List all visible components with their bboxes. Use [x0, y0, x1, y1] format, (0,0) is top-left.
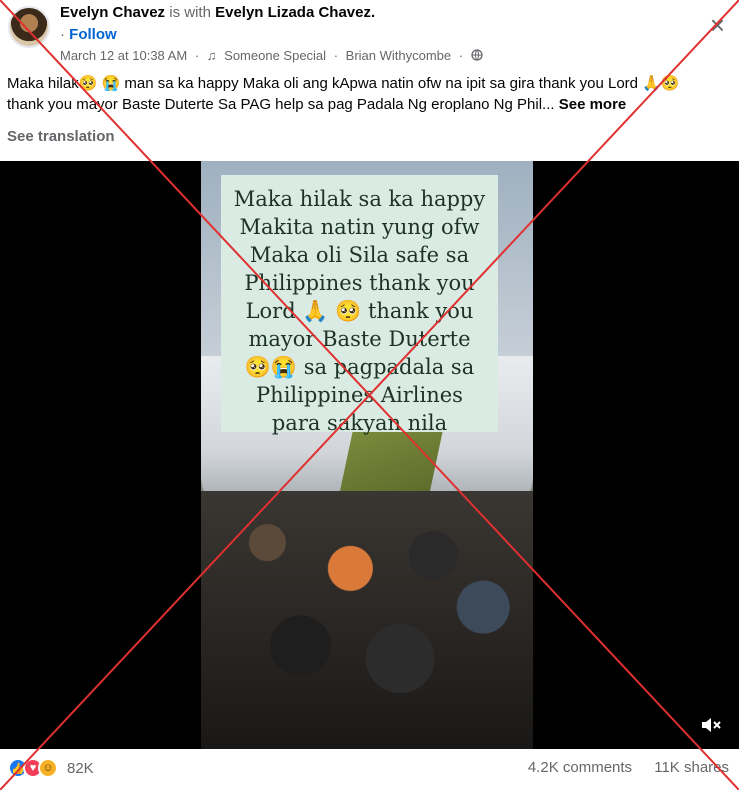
overlay-line: mayor Baste Duterte [248, 327, 471, 351]
close-button[interactable]: × [710, 12, 725, 38]
post-meta: March 12 at 10:38 AM · ♫ Someone Special… [60, 48, 487, 63]
video-player[interactable]: Maka hilak sa ka happy Makita natin yung… [0, 161, 739, 749]
post-date[interactable]: March 12 at 10:38 AM [60, 48, 187, 63]
care-reaction-icon: ☺ [38, 758, 58, 778]
separator: · [458, 48, 464, 63]
caption-line-1: Maka hilak🥺 😭 man sa ka happy Maka oli a… [7, 75, 680, 92]
author-line: Evelyn Chavez is with Evelyn Lizada Chav… [60, 4, 375, 21]
overlay-line: 🥺😭 sa pagpadala sa [244, 355, 475, 379]
with-text: is with [169, 4, 211, 21]
overlay-line: Maka oli Sila safe sa [249, 243, 470, 267]
caption-line-2: thank you mayor Baste Duterte Sa PAG hel… [7, 96, 555, 113]
see-more-link[interactable]: See more [559, 96, 627, 113]
overlay-line: Philippines thank you [244, 271, 475, 295]
music-icon: ♫ [206, 48, 217, 63]
shares-count[interactable]: 11K shares [654, 759, 729, 776]
author-name[interactable]: Evelyn Chavez [60, 4, 165, 21]
see-translation-link[interactable]: See translation [7, 128, 115, 145]
tagged-name[interactable]: Evelyn Lizada Chavez. [215, 4, 375, 21]
overlay-line: para sakyan nila [271, 411, 448, 435]
overlay-line: Philippines Airlines [256, 383, 463, 407]
post-header: Evelyn Chavez is with Evelyn Lizada Chav… [0, 0, 739, 68]
song-title[interactable]: Someone Special [224, 48, 326, 63]
video-text-overlay: Maka hilak sa ka happy Makita natin yung… [221, 175, 498, 435]
engagement-stats: 4.2K comments 11K shares [528, 759, 729, 776]
follow-button[interactable]: Follow [69, 26, 117, 43]
separator: · [194, 48, 200, 63]
follow-separator: · [60, 26, 65, 43]
reaction-count: 82K [67, 759, 94, 777]
speaker-muted-icon[interactable] [699, 713, 723, 737]
separator: · [333, 48, 339, 63]
globe-icon [471, 48, 483, 63]
post-caption: Maka hilak🥺 😭 man sa ka happy Maka oli a… [7, 73, 733, 115]
crowd-image [201, 491, 533, 749]
post-footer: 👍 ♥ ☺ 82K 4.2K comments 11K shares [0, 749, 739, 790]
overlay-line: Lord 🙏 🥺 thank you [245, 299, 474, 323]
overlay-line: Makita natin yung ofw [239, 215, 480, 239]
author-avatar[interactable] [8, 6, 50, 48]
song-artist[interactable]: Brian Withycombe [346, 48, 451, 63]
comments-count[interactable]: 4.2K comments [528, 759, 632, 776]
follow-line: · Follow [60, 26, 117, 43]
overlay-line: Maka hilak sa ka happy [233, 187, 486, 211]
reactions-summary[interactable]: 👍 ♥ ☺ 82K [8, 758, 94, 778]
